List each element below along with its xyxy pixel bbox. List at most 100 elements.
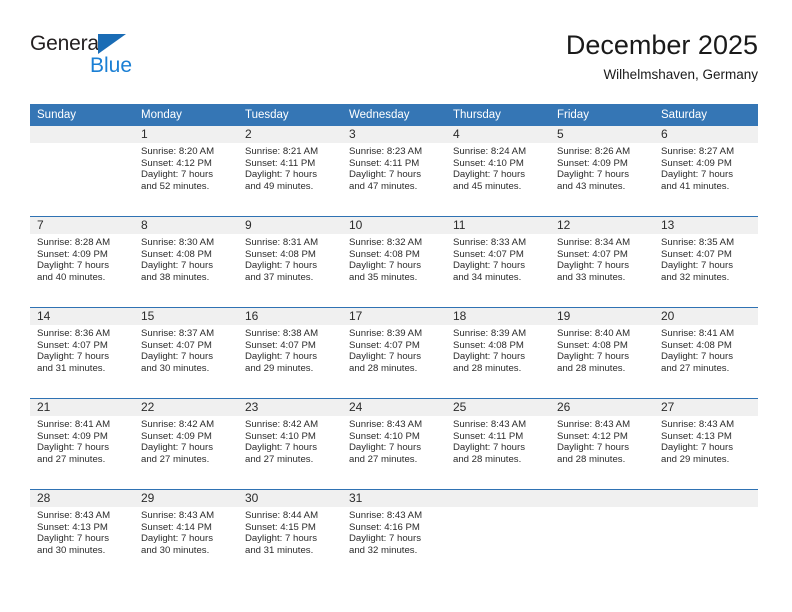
calendar-day-cell[interactable]: 9 Sunrise: 8:31 AM Sunset: 4:08 PM Daylight… [238, 216, 342, 308]
day-cell-inner: 19 Sunrise: 8:40 AM Sunset: 4:08 PM Dayligh… [550, 308, 654, 398]
day-cell-inner [446, 490, 550, 580]
calendar-day-cell[interactable]: 14 Sunrise: 8:36 AM Sunset: 4:07 PM Dayligh… [30, 307, 134, 399]
calendar-day-cell[interactable]: 11 Sunrise: 8:33 AM Sunset: 4:07 PM Dayligh… [446, 216, 550, 308]
weekday-header-friday: Friday [550, 104, 654, 126]
day-cell-inner [30, 126, 134, 216]
daylight-text-line2: and 38 minutes. [141, 271, 210, 283]
daylight-text-line1: Daylight: 7 hours [661, 351, 733, 363]
calendar-day-cell[interactable]: 24 Sunrise: 8:43 AM Sunset: 4:10 PM Dayligh… [342, 398, 446, 490]
day-cell-inner: 21 Sunrise: 8:41 AM Sunset: 4:09 PM Dayligh… [30, 399, 134, 489]
calendar-day-cell[interactable]: 21 Sunrise: 8:41 AM Sunset: 4:09 PM Dayligh… [30, 398, 134, 490]
calendar-table: Sunday Monday Tuesday Wednesday Thursday… [30, 104, 758, 580]
sunrise-text: Sunrise: 8:39 AM [453, 328, 527, 339]
daylight-text-line1: Daylight: 7 hours [245, 442, 317, 454]
daylight-text-line2: and 28 minutes. [453, 362, 522, 374]
calendar-day-cell[interactable]: 20 Sunrise: 8:41 AM Sunset: 4:08 PM Dayligh… [654, 307, 758, 399]
sunrise-text: Sunrise: 8:28 AM [37, 237, 111, 248]
day-number: 4 [446, 126, 550, 143]
day-cell-inner: 28 Sunrise: 8:43 AM Sunset: 4:13 PM Dayligh… [30, 490, 134, 580]
weekday-header-sunday: Sunday [30, 104, 134, 126]
sunrise-text: Sunrise: 8:43 AM [349, 419, 423, 430]
calendar-day-cell[interactable]: 28 Sunrise: 8:43 AM Sunset: 4:13 PM Dayligh… [30, 489, 134, 580]
day-cell-inner: 20 Sunrise: 8:41 AM Sunset: 4:08 PM Dayligh… [654, 308, 758, 398]
calendar-day-cell[interactable]: 31 Sunrise: 8:43 AM Sunset: 4:16 PM Dayligh… [342, 489, 446, 580]
calendar-day-cell[interactable]: 19 Sunrise: 8:40 AM Sunset: 4:08 PM Dayligh… [550, 307, 654, 399]
day-details: Sunrise: 8:43 AM Sunset: 4:13 PM Daylight:… [654, 416, 758, 465]
day-number: 12 [550, 217, 654, 234]
day-number: 19 [550, 308, 654, 325]
day-number: 7 [30, 217, 134, 234]
day-number: 9 [238, 217, 342, 234]
day-number: 25 [446, 399, 550, 416]
day-number: 16 [238, 308, 342, 325]
calendar-day-cell[interactable]: 2 Sunrise: 8:21 AM Sunset: 4:11 PM Daylight… [238, 126, 342, 217]
day-details: Sunrise: 8:33 AM Sunset: 4:07 PM Daylight:… [446, 234, 550, 283]
sunrise-text: Sunrise: 8:39 AM [349, 328, 423, 339]
day-cell-inner: 16 Sunrise: 8:38 AM Sunset: 4:07 PM Dayligh… [238, 308, 342, 398]
daylight-text-line1: Daylight: 7 hours [141, 260, 213, 272]
calendar-day-cell-empty [654, 489, 758, 580]
daylight-text-line1: Daylight: 7 hours [349, 351, 421, 363]
daylight-text-line2: and 28 minutes. [453, 453, 522, 465]
sunrise-text: Sunrise: 8:24 AM [453, 146, 527, 157]
daylight-text-line2: and 29 minutes. [245, 362, 314, 374]
sunrise-text: Sunrise: 8:41 AM [661, 328, 735, 339]
daylight-text-line1: Daylight: 7 hours [245, 260, 317, 272]
daylight-text-line1: Daylight: 7 hours [557, 442, 629, 454]
calendar-day-cell[interactable]: 12 Sunrise: 8:34 AM Sunset: 4:07 PM Dayligh… [550, 216, 654, 308]
calendar-day-cell[interactable]: 15 Sunrise: 8:37 AM Sunset: 4:07 PM Dayligh… [134, 307, 238, 399]
calendar-day-cell[interactable]: 16 Sunrise: 8:38 AM Sunset: 4:07 PM Dayligh… [238, 307, 342, 399]
calendar-day-cell[interactable]: 6 Sunrise: 8:27 AM Sunset: 4:09 PM Daylight… [654, 126, 758, 217]
sunset-text: Sunset: 4:11 PM [453, 430, 524, 442]
calendar-day-cell[interactable]: 3 Sunrise: 8:23 AM Sunset: 4:11 PM Daylight… [342, 126, 446, 217]
sunrise-text: Sunrise: 8:44 AM [245, 510, 319, 521]
day-details: Sunrise: 8:20 AM Sunset: 4:12 PM Daylight:… [134, 143, 238, 192]
daylight-text-line2: and 27 minutes. [37, 453, 106, 465]
calendar-day-cell[interactable]: 8 Sunrise: 8:30 AM Sunset: 4:08 PM Daylight… [134, 216, 238, 308]
day-details: Sunrise: 8:31 AM Sunset: 4:08 PM Daylight:… [238, 234, 342, 283]
sunset-text: Sunset: 4:13 PM [37, 521, 108, 533]
calendar-day-cell[interactable]: 22 Sunrise: 8:42 AM Sunset: 4:09 PM Dayligh… [134, 398, 238, 490]
day-details: Sunrise: 8:36 AM Sunset: 4:07 PM Daylight:… [30, 325, 134, 374]
calendar-day-cell[interactable]: 29 Sunrise: 8:43 AM Sunset: 4:14 PM Dayligh… [134, 489, 238, 580]
calendar-day-cell[interactable]: 4 Sunrise: 8:24 AM Sunset: 4:10 PM Daylight… [446, 126, 550, 217]
day-details: Sunrise: 8:32 AM Sunset: 4:08 PM Daylight:… [342, 234, 446, 283]
sunrise-text: Sunrise: 8:38 AM [245, 328, 319, 339]
daylight-text-line1: Daylight: 7 hours [37, 260, 109, 272]
day-cell-inner: 9 Sunrise: 8:31 AM Sunset: 4:08 PM Daylight… [238, 217, 342, 307]
sunrise-text: Sunrise: 8:33 AM [453, 237, 527, 248]
day-number: 5 [550, 126, 654, 143]
calendar-day-cell[interactable]: 18 Sunrise: 8:39 AM Sunset: 4:08 PM Dayligh… [446, 307, 550, 399]
calendar-day-cell[interactable]: 1 Sunrise: 8:20 AM Sunset: 4:12 PM Daylight… [134, 126, 238, 217]
day-number: 17 [342, 308, 446, 325]
day-number: 15 [134, 308, 238, 325]
calendar-day-cell[interactable]: 7 Sunrise: 8:28 AM Sunset: 4:09 PM Daylight… [30, 216, 134, 308]
calendar-day-cell[interactable]: 27 Sunrise: 8:43 AM Sunset: 4:13 PM Dayligh… [654, 398, 758, 490]
daylight-text-line1: Daylight: 7 hours [349, 169, 421, 181]
sunset-text: Sunset: 4:07 PM [141, 339, 212, 351]
daylight-text-line2: and 52 minutes. [141, 180, 210, 192]
daylight-text-line1: Daylight: 7 hours [245, 351, 317, 363]
calendar-day-cell[interactable]: 10 Sunrise: 8:32 AM Sunset: 4:08 PM Dayligh… [342, 216, 446, 308]
sunset-text: Sunset: 4:08 PM [557, 339, 628, 351]
day-number: 8 [134, 217, 238, 234]
calendar-day-cell[interactable]: 25 Sunrise: 8:43 AM Sunset: 4:11 PM Dayligh… [446, 398, 550, 490]
sunrise-text: Sunrise: 8:36 AM [37, 328, 111, 339]
calendar-body: 1 Sunrise: 8:20 AM Sunset: 4:12 PM Daylight… [30, 126, 758, 580]
daylight-text-line1: Daylight: 7 hours [453, 351, 525, 363]
calendar-day-cell[interactable]: 30 Sunrise: 8:44 AM Sunset: 4:15 PM Dayligh… [238, 489, 342, 580]
day-cell-inner: 10 Sunrise: 8:32 AM Sunset: 4:08 PM Dayligh… [342, 217, 446, 307]
calendar-day-cell[interactable]: 17 Sunrise: 8:39 AM Sunset: 4:07 PM Dayligh… [342, 307, 446, 399]
daylight-text-line1: Daylight: 7 hours [141, 533, 213, 545]
calendar-day-cell[interactable]: 13 Sunrise: 8:35 AM Sunset: 4:07 PM Dayligh… [654, 216, 758, 308]
daylight-text-line1: Daylight: 7 hours [661, 442, 733, 454]
calendar-day-cell[interactable]: 5 Sunrise: 8:26 AM Sunset: 4:09 PM Daylight… [550, 126, 654, 217]
day-cell-inner: 17 Sunrise: 8:39 AM Sunset: 4:07 PM Dayligh… [342, 308, 446, 398]
calendar-grid: Sunday Monday Tuesday Wednesday Thursday… [30, 104, 758, 580]
calendar-day-cell[interactable]: 23 Sunrise: 8:42 AM Sunset: 4:10 PM Dayligh… [238, 398, 342, 490]
sunrise-text: Sunrise: 8:20 AM [141, 146, 215, 157]
day-details: Sunrise: 8:43 AM Sunset: 4:16 PM Daylight:… [342, 507, 446, 556]
day-cell-inner: 13 Sunrise: 8:35 AM Sunset: 4:07 PM Dayligh… [654, 217, 758, 307]
day-details: Sunrise: 8:35 AM Sunset: 4:07 PM Daylight:… [654, 234, 758, 283]
calendar-day-cell[interactable]: 26 Sunrise: 8:43 AM Sunset: 4:12 PM Dayligh… [550, 398, 654, 490]
